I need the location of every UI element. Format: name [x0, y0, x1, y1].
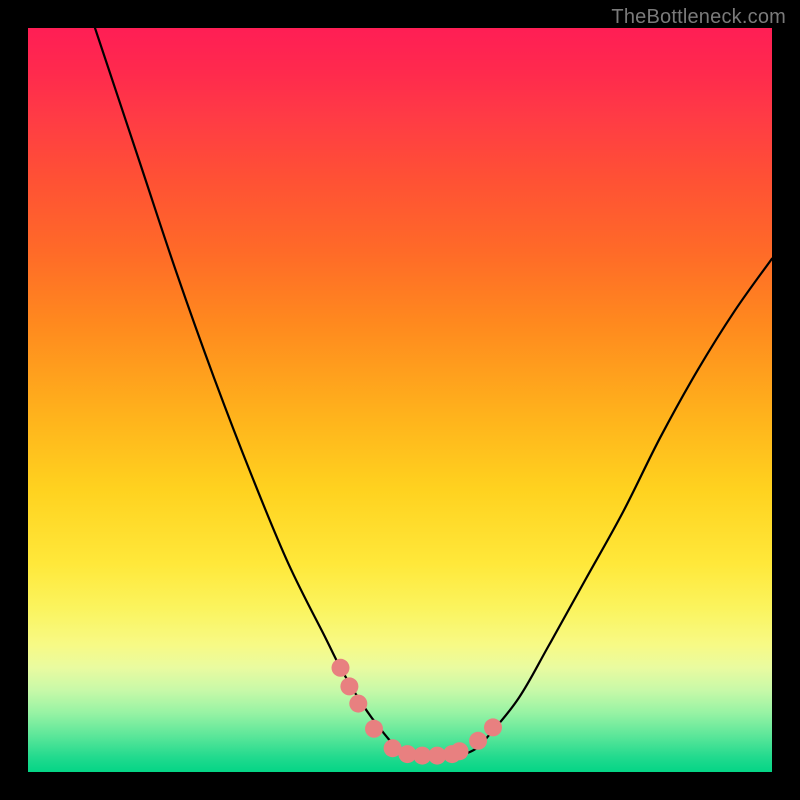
highlight-marker: [365, 720, 383, 738]
curve-line: [95, 28, 772, 758]
highlight-marker: [451, 742, 469, 760]
watermark-text: TheBottleneck.com: [611, 6, 786, 29]
chart-plot-area: [28, 28, 772, 772]
chart-svg: [28, 28, 772, 772]
highlight-markers: [332, 659, 503, 765]
highlight-marker: [484, 718, 502, 736]
highlight-marker: [349, 695, 367, 713]
highlight-marker: [340, 677, 358, 695]
chart-frame: TheBottleneck.com: [0, 0, 800, 800]
highlight-marker: [469, 732, 487, 750]
highlight-marker: [332, 659, 350, 677]
